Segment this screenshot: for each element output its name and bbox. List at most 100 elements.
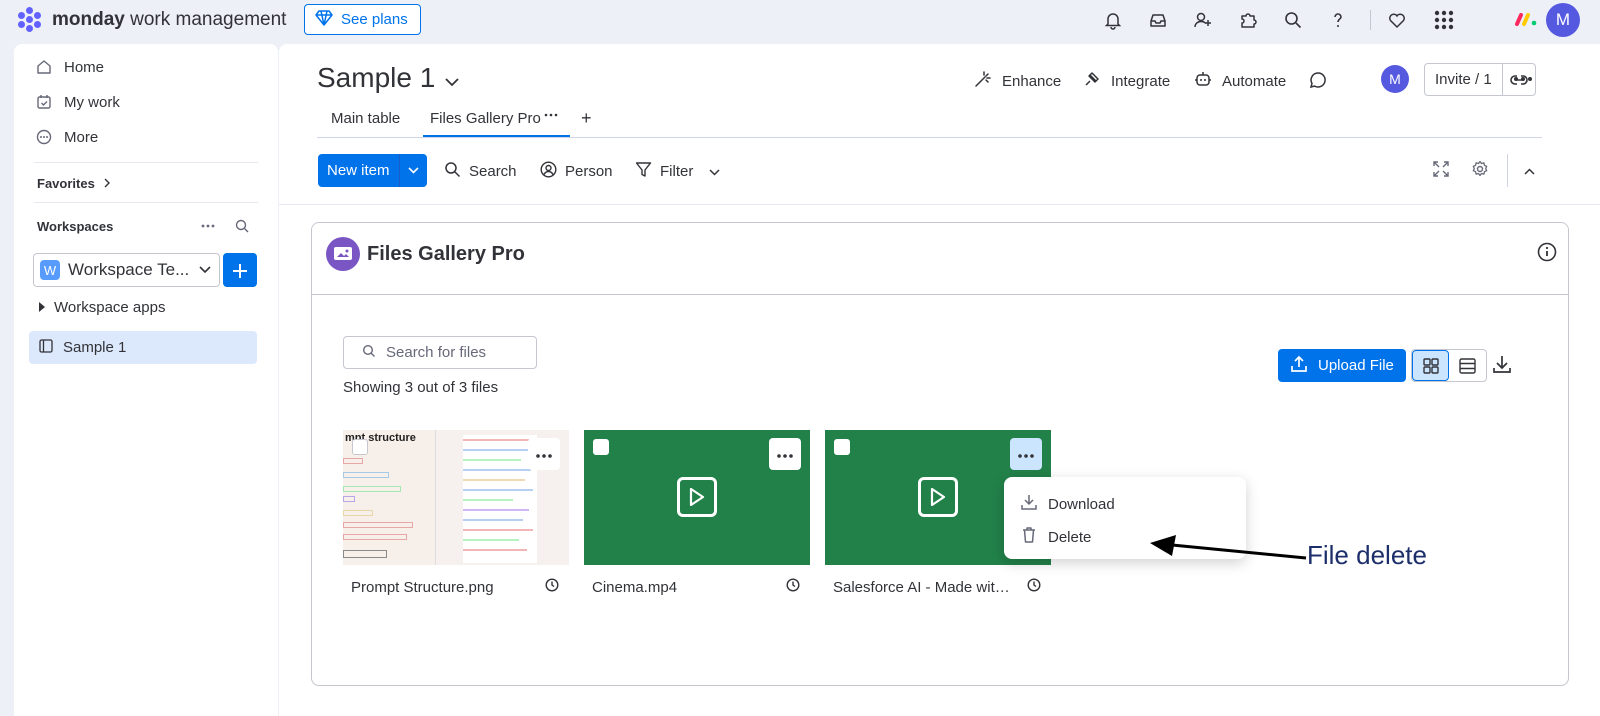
inbox-icon[interactable] — [1147, 9, 1169, 31]
list-view-icon[interactable] — [1449, 350, 1486, 381]
monday-logo[interactable]: monday work management — [16, 6, 286, 34]
tab-options-icon[interactable] — [544, 108, 558, 126]
new-item-button[interactable]: New item — [318, 154, 427, 187]
file-card[interactable]: Cinema.mp4 — [584, 430, 810, 597]
more-horizontal-icon[interactable] — [200, 218, 216, 239]
upload-file-button[interactable]: Upload File — [1278, 349, 1406, 382]
file-select-checkbox[interactable] — [352, 439, 368, 455]
board-views-tabs: Main table Files Gallery Pro + — [317, 104, 1542, 138]
see-plans-button[interactable]: See plans — [304, 4, 421, 35]
files-gallery-logo-icon — [326, 237, 360, 271]
file-context-menu: Download Delete — [1004, 477, 1246, 559]
file-card[interactable]: mpt structure Prompt Structure.png — [343, 430, 569, 597]
workspace-apps-item[interactable]: Workspace apps — [38, 299, 165, 316]
play-video-icon[interactable] — [918, 477, 958, 517]
magic-wand-icon — [974, 70, 992, 92]
files-gallery-app: Files Gallery Pro Showing 3 out of 3 fil… — [311, 222, 1569, 686]
top-bar: monday work management See plans M — [0, 0, 1600, 44]
add-view-button[interactable]: + — [581, 108, 592, 129]
file-thumbnail[interactable] — [584, 430, 810, 565]
sidebar-item-more[interactable]: More — [36, 123, 98, 151]
integrate-icon — [1083, 70, 1101, 92]
person-filter-button[interactable]: Person — [540, 161, 613, 182]
board-icon — [39, 338, 53, 357]
divider — [1507, 154, 1508, 187]
enhance-button[interactable]: Enhance — [974, 70, 1061, 92]
fullscreen-icon[interactable] — [1432, 160, 1450, 183]
board-menu-icon[interactable] — [1513, 69, 1533, 94]
tab-main-table[interactable]: Main table — [331, 110, 400, 127]
info-icon[interactable] — [1537, 242, 1557, 267]
history-clock-icon[interactable] — [545, 578, 559, 596]
search-icon — [362, 344, 376, 362]
help-icon[interactable] — [1327, 9, 1349, 31]
sidebar-item-home[interactable]: Home — [36, 53, 104, 81]
board-user-avatar[interactable]: M — [1381, 65, 1409, 93]
user-avatar[interactable]: M — [1546, 3, 1580, 37]
divider — [1370, 10, 1371, 30]
add-workspace-item-button[interactable] — [223, 253, 257, 287]
file-count-text: Showing 3 out of 3 files — [343, 379, 499, 396]
file-menu-button[interactable] — [1010, 438, 1042, 470]
annotation-label: File delete — [1307, 540, 1427, 570]
view-switcher — [1411, 349, 1487, 382]
workspace-selector[interactable]: W Workspace Te... — [33, 253, 220, 287]
sidebar-item-board[interactable]: Sample 1 — [29, 331, 257, 364]
file-menu-button[interactable] — [528, 438, 560, 470]
grid-view-icon[interactable] — [1412, 350, 1449, 381]
thumbnail-text-lines — [463, 435, 537, 563]
file-thumbnail[interactable]: mpt structure — [343, 430, 569, 565]
more-circle-icon — [36, 129, 52, 145]
app-grid-icon[interactable] — [1433, 9, 1455, 31]
chevron-down-icon[interactable] — [398, 154, 427, 187]
sidebar-item-my-work[interactable]: My work — [36, 88, 120, 116]
workspace-name: Workspace Te... — [68, 260, 190, 279]
file-search-input[interactable] — [386, 344, 526, 361]
filter-icon — [635, 161, 652, 182]
calendar-check-icon — [36, 94, 52, 110]
search-icon[interactable] — [1282, 9, 1304, 31]
filter-button[interactable]: Filter — [635, 161, 720, 182]
menu-item-download[interactable]: Download — [1020, 493, 1115, 515]
file-name-row: Prompt Structure.png — [343, 577, 569, 597]
divider — [279, 204, 1600, 205]
chevron-down-icon — [199, 261, 211, 279]
file-menu-button[interactable] — [769, 438, 801, 470]
history-clock-icon[interactable] — [1027, 578, 1041, 596]
search-button[interactable]: Search — [444, 161, 517, 182]
favorites-section[interactable]: Favorites — [37, 176, 111, 191]
robot-icon — [1194, 70, 1212, 92]
automate-button[interactable]: Automate — [1194, 70, 1286, 92]
file-select-checkbox[interactable] — [593, 439, 609, 455]
workspace-badge: W — [40, 260, 60, 280]
file-search-box[interactable] — [343, 336, 537, 369]
apps-puzzle-icon[interactable] — [1237, 9, 1259, 31]
collapse-header-button[interactable] — [1515, 157, 1543, 185]
tab-files-gallery-pro[interactable]: Files Gallery Pro — [423, 110, 570, 137]
download-icon — [1020, 493, 1038, 515]
main-board-area: Sample 1 Enhance Integrate Automate M In… — [279, 44, 1600, 716]
integrate-button[interactable]: Integrate — [1083, 70, 1170, 92]
bell-icon[interactable] — [1102, 9, 1124, 31]
left-sidebar: Home My work More Favorites Workspaces W… — [14, 44, 278, 716]
download-all-icon[interactable] — [1492, 354, 1512, 379]
divider — [34, 202, 258, 203]
brand-name: monday work management — [52, 9, 287, 30]
menu-item-delete[interactable]: Delete — [1020, 526, 1091, 548]
file-name-row: Salesforce AI - Made with ... — [825, 577, 1051, 597]
invite-members-icon[interactable] — [1192, 9, 1214, 31]
settings-gear-icon[interactable] — [1471, 160, 1489, 183]
chat-bubble-icon[interactable] — [1309, 71, 1327, 94]
more-horizontal-icon — [777, 445, 793, 463]
search-icon[interactable] — [234, 218, 250, 239]
heart-icon[interactable] — [1386, 9, 1408, 31]
play-video-icon[interactable] — [677, 477, 717, 517]
board-title[interactable]: Sample 1 — [317, 62, 459, 94]
history-clock-icon[interactable] — [786, 578, 800, 596]
upload-icon — [1290, 355, 1308, 377]
more-horizontal-icon — [1018, 445, 1034, 463]
app-title: Files Gallery Pro — [367, 243, 525, 265]
search-icon — [444, 161, 461, 182]
file-select-checkbox[interactable] — [834, 439, 850, 455]
chevron-down-icon[interactable] — [709, 163, 720, 180]
